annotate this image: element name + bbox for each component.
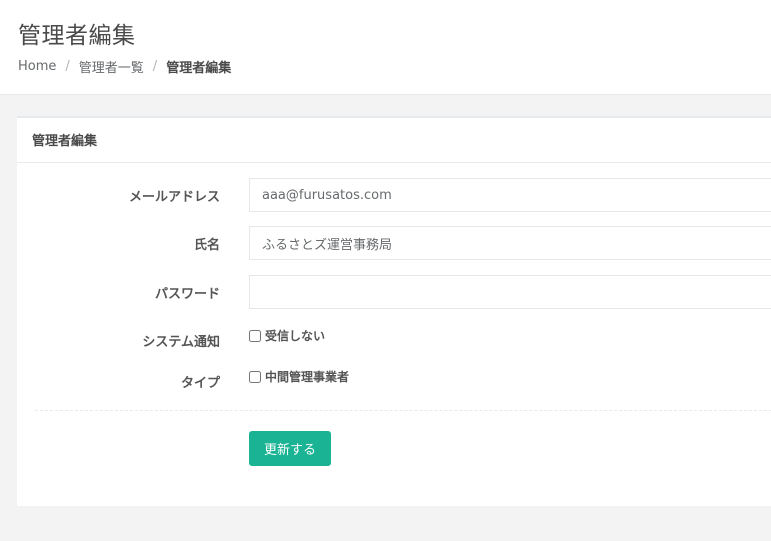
breadcrumb-current: 管理者編集 xyxy=(166,61,232,76)
page-heading: 管理者編集 Home / 管理者一覧 / 管理者編集 xyxy=(0,0,771,95)
type-checkbox[interactable] xyxy=(249,370,261,383)
breadcrumb-admin-list-link[interactable]: 管理者一覧 xyxy=(79,57,144,76)
breadcrumb: Home / 管理者一覧 / 管理者編集 xyxy=(18,57,231,76)
password-field[interactable] xyxy=(249,275,771,309)
panel-title: 管理者編集 xyxy=(17,116,771,163)
update-button[interactable]: 更新する xyxy=(249,431,331,466)
breadcrumb-separator: / xyxy=(152,59,158,74)
name-label: 氏名 xyxy=(193,238,220,253)
email-label: メールアドレス xyxy=(128,190,220,205)
edit-panel: 管理者編集 メールアドレス 氏名 パスワード システム通知 受信しない タイプ … xyxy=(17,116,771,506)
notification-option-label: 受信しない xyxy=(265,329,326,343)
type-option-label: 中間管理事業者 xyxy=(265,370,350,384)
password-label: パスワード xyxy=(154,287,220,302)
breadcrumb-home-link[interactable]: Home xyxy=(18,59,56,74)
notification-checkbox[interactable] xyxy=(249,329,261,342)
notification-label: システム通知 xyxy=(142,335,220,350)
page-title: 管理者編集 xyxy=(18,23,136,49)
form-divider xyxy=(35,410,771,411)
notification-checkbox-wrapper[interactable]: 受信しない xyxy=(249,327,325,344)
type-label: タイプ xyxy=(180,376,220,391)
name-field[interactable] xyxy=(249,226,771,260)
breadcrumb-separator: / xyxy=(65,59,70,74)
type-checkbox-wrapper[interactable]: 中間管理事業者 xyxy=(249,368,349,385)
email-field[interactable] xyxy=(249,178,771,212)
